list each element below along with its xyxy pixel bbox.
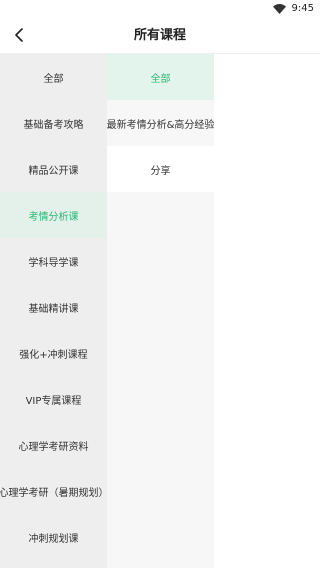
category-item-subject-intro[interactable]: 学科导学课 bbox=[0, 238, 107, 284]
category-item-summer-plan[interactable]: 心理学考研（暑期规划） bbox=[0, 468, 107, 514]
back-button[interactable] bbox=[6, 23, 32, 49]
content: 全部 基础备考攻略 精品公开课 考情分析课 学科导学课 基础精讲课 强化+冲刺课… bbox=[0, 54, 320, 568]
category-item-materials[interactable]: 心理学考研资料 bbox=[0, 422, 107, 468]
category-item-exam-analysis[interactable]: 考情分析课 bbox=[0, 192, 107, 238]
header: 所有课程 bbox=[0, 17, 320, 54]
wifi-icon bbox=[272, 3, 286, 14]
status-right: 9:45 bbox=[272, 2, 314, 15]
category-item-basic-lecture[interactable]: 基础精讲课 bbox=[0, 284, 107, 330]
page-title: 所有课程 bbox=[133, 28, 186, 43]
status-bar: 9:45 bbox=[0, 0, 320, 17]
category-item-open-class[interactable]: 精品公开课 bbox=[0, 146, 107, 192]
category-item-sprint-plan[interactable]: 冲刺规划课 bbox=[0, 514, 107, 560]
subcategory-item-latest[interactable]: 最新考情分析&高分经验 bbox=[107, 100, 214, 146]
subcategory-list[interactable]: 全部 最新考情分析&高分经验 分享 bbox=[107, 54, 214, 568]
category-item-vip[interactable]: VIP专属课程 bbox=[0, 376, 107, 422]
category-list[interactable]: 全部 基础备考攻略 精品公开课 考情分析课 学科导学课 基础精讲课 强化+冲刺课… bbox=[0, 54, 107, 568]
category-item-intensive[interactable]: 强化+冲刺课程 bbox=[0, 330, 107, 376]
subcategory-item-share[interactable]: 分享 bbox=[107, 146, 214, 192]
status-time: 9:45 bbox=[291, 3, 314, 14]
category-item-basic-guide[interactable]: 基础备考攻略 bbox=[0, 100, 107, 146]
subcategory-item-all[interactable]: 全部 bbox=[107, 54, 214, 100]
chevron-left-icon bbox=[14, 27, 24, 46]
category-item-all[interactable]: 全部 bbox=[0, 54, 107, 100]
